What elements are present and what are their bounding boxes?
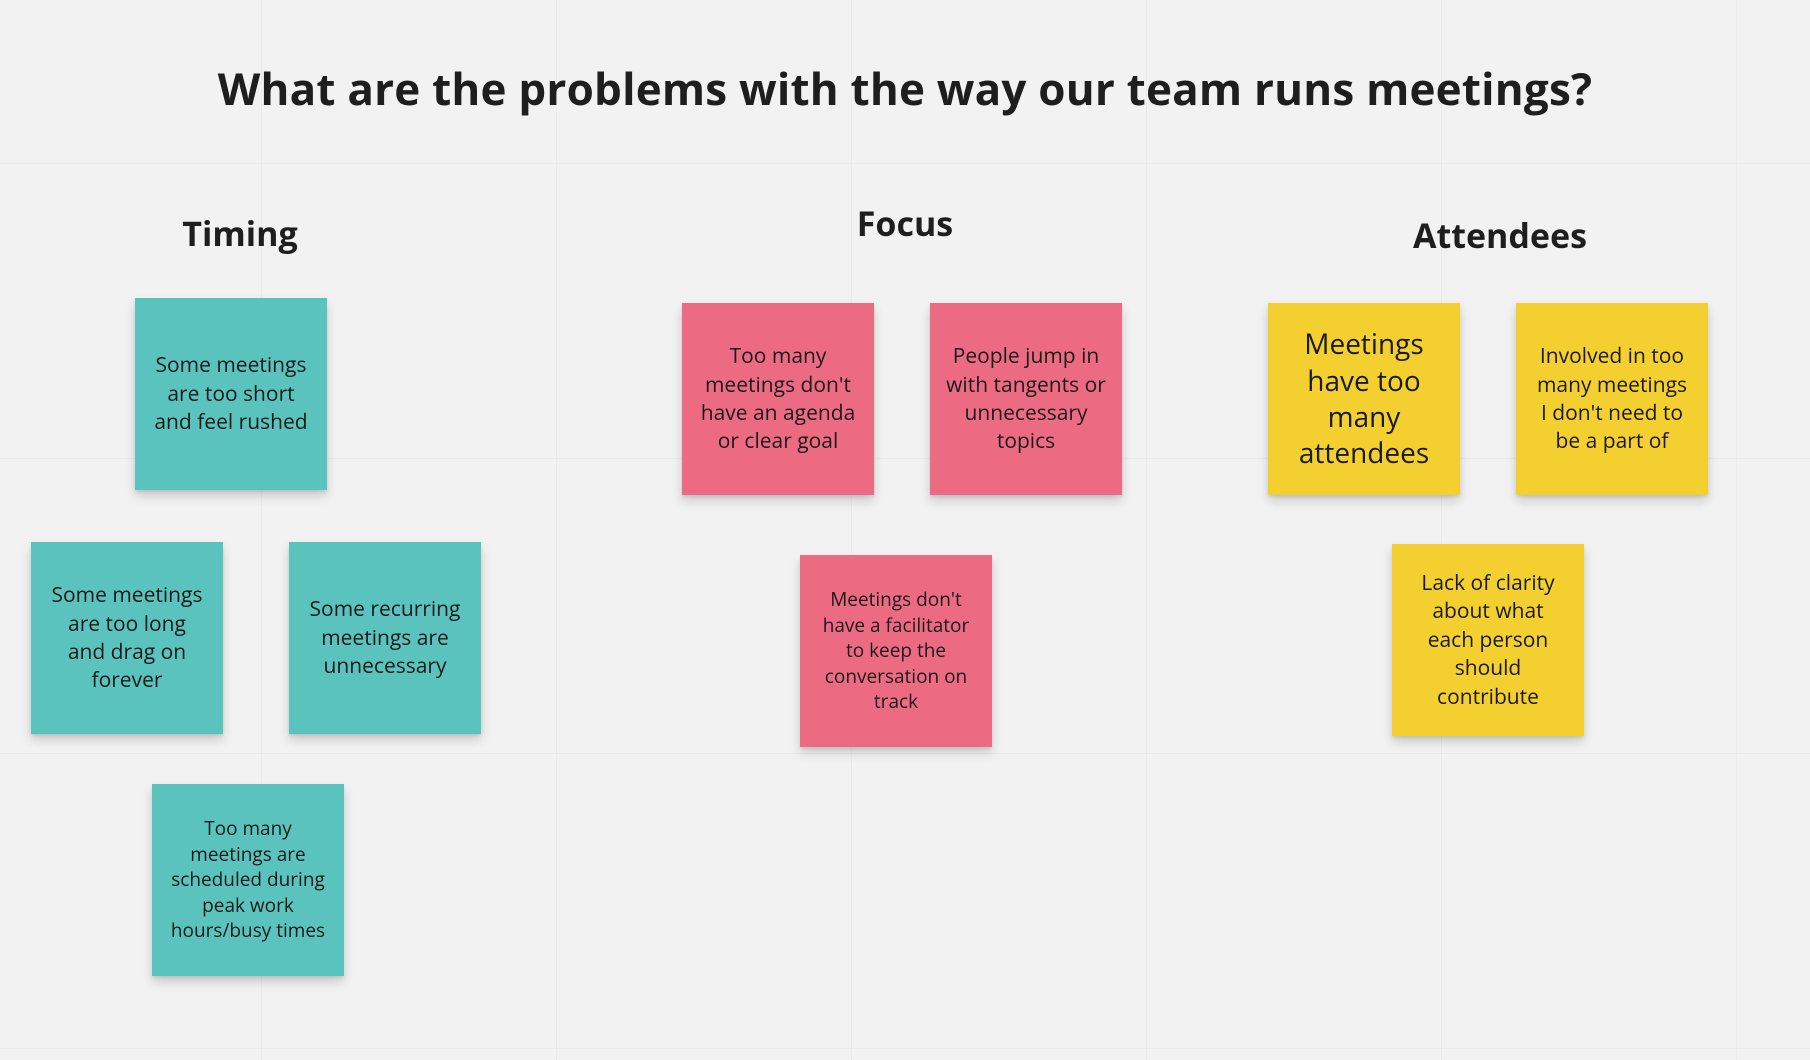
sticky-note-focus-agenda[interactable]: Too many meetings don't have an agenda o… — [682, 303, 874, 495]
sticky-note-timing-peak[interactable]: Too many meetings are scheduled during p… — [152, 784, 344, 976]
category-label-focus[interactable]: Focus — [780, 200, 1030, 246]
sticky-note-attendees-involved[interactable]: Involved in too many meetings I don't ne… — [1516, 303, 1708, 495]
sticky-note-focus-facilitator[interactable]: Meetings don't have a facilitator to kee… — [800, 555, 992, 747]
sticky-note-timing-short[interactable]: Some meetings are too short and feel rus… — [135, 298, 327, 490]
board-title[interactable]: What are the problems with the way our t… — [0, 58, 1810, 118]
category-label-timing[interactable]: Timing — [115, 210, 365, 256]
sticky-note-attendees-clarity[interactable]: Lack of clarity about what each person s… — [1392, 544, 1584, 736]
sticky-note-focus-tangents[interactable]: People jump in with tangents or unnecess… — [930, 303, 1122, 495]
whiteboard-canvas[interactable]: What are the problems with the way our t… — [0, 0, 1810, 1060]
sticky-note-timing-long[interactable]: Some meetings are too long and drag on f… — [31, 542, 223, 734]
sticky-note-attendees-too-many[interactable]: Meetings have too many attendees — [1268, 303, 1460, 495]
category-label-attendees[interactable]: Attendees — [1350, 212, 1650, 258]
sticky-note-timing-recurring[interactable]: Some recurring meetings are unnecessary — [289, 542, 481, 734]
